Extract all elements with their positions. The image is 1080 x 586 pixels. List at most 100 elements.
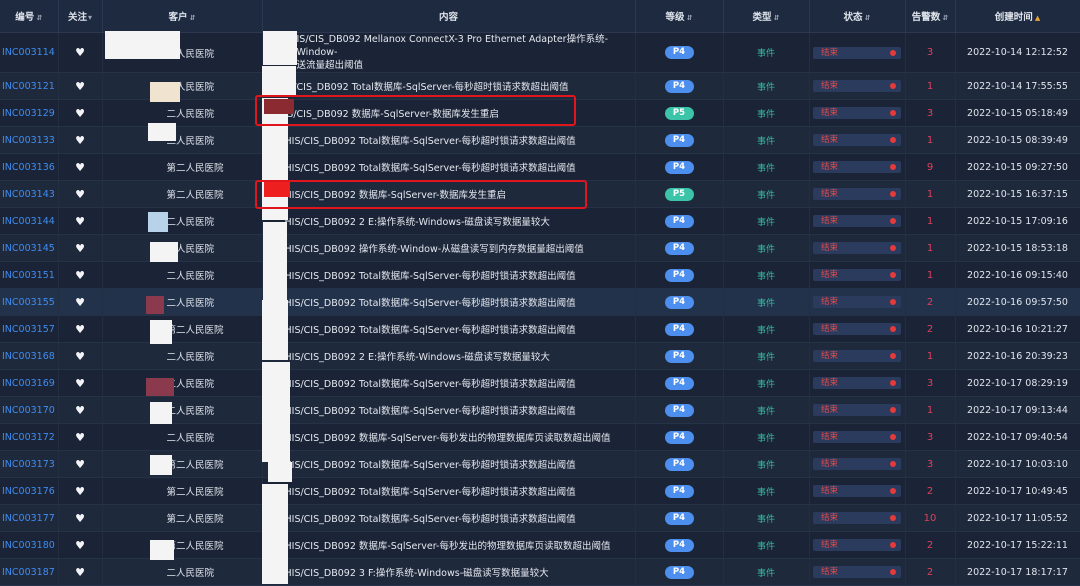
level-cell: P4 bbox=[635, 558, 724, 586]
sort-icon[interactable]: ⇵ bbox=[36, 14, 42, 22]
status-dot-icon bbox=[890, 164, 896, 170]
content-cell[interactable]: HIS/CIS_DB092 操作系统-Window-从磁盘读写到内存数据量超出阈… bbox=[262, 234, 636, 262]
type-cell: 事件 bbox=[723, 32, 810, 73]
sort-icon[interactable]: ⇵ bbox=[687, 14, 693, 22]
incident-code-link[interactable]: INC003187 bbox=[0, 558, 59, 586]
incident-code-link[interactable]: INC003121 bbox=[0, 72, 59, 100]
heart-icon[interactable]: ♥ bbox=[75, 296, 85, 309]
col-header-follow[interactable]: 关注▾ bbox=[58, 0, 103, 33]
level-badge: P4 bbox=[664, 538, 694, 552]
content-cell[interactable]: HIS/CIS_DB092 Total数据库-SqlServer-每秒超时锁请求… bbox=[262, 315, 636, 343]
heart-icon[interactable]: ♥ bbox=[75, 485, 85, 498]
status-cell: 结束 bbox=[809, 180, 906, 208]
heart-icon[interactable]: ♥ bbox=[75, 161, 85, 174]
incident-code-link[interactable]: INC003177 bbox=[0, 504, 59, 532]
incident-code-link[interactable]: INC003172 bbox=[0, 423, 59, 451]
heart-icon[interactable]: ♥ bbox=[75, 431, 85, 444]
col-header-count[interactable]: 告警数 ⇵ bbox=[905, 0, 956, 33]
level-cell: P4 bbox=[635, 315, 724, 343]
incident-code-link[interactable]: INC003136 bbox=[0, 153, 59, 181]
content-cell[interactable]: HIS/CIS_DB092 Total数据库-SqlServer-每秒超时锁请求… bbox=[262, 261, 636, 289]
level-cell: P4 bbox=[635, 72, 724, 100]
incident-code-link[interactable]: INC003145 bbox=[0, 234, 59, 262]
col-header-code[interactable]: 编号 ⇵ bbox=[0, 0, 59, 33]
level-cell: P4 bbox=[635, 32, 724, 73]
content-cell[interactable]: HIS/CIS_DB092 2 E:操作系统-Windows-磁盘读写数据量较大 bbox=[262, 342, 636, 370]
follow-cell: ♥ bbox=[58, 180, 103, 208]
filter-icon[interactable]: ▾ bbox=[88, 13, 92, 22]
incident-code-link[interactable]: INC003157 bbox=[0, 315, 59, 343]
content-cell[interactable]: HIS/CIS_DB092 Total数据库-SqlServer-每秒超时锁请求… bbox=[262, 126, 636, 154]
status-dot-icon bbox=[890, 245, 896, 251]
incident-code-link[interactable]: INC003129 bbox=[0, 99, 59, 127]
content-cell[interactable]: HIS/CIS_DB092 3 F:操作系统-Windows-磁盘读写数据量较大 bbox=[262, 558, 636, 586]
sort-icon[interactable]: ⇵ bbox=[190, 14, 196, 22]
heart-icon[interactable]: ♥ bbox=[75, 46, 85, 59]
content-cell[interactable]: HIS/CIS_DB092 Total数据库-SqlServer-每秒超时锁请求… bbox=[262, 450, 636, 478]
content-cell[interactable]: HIS/CIS_DB092 数据库-SqlServer-每秒发出的物理数据库页读… bbox=[262, 423, 636, 451]
heart-icon[interactable]: ♥ bbox=[75, 80, 85, 93]
alert-count: 1 bbox=[905, 207, 956, 235]
heart-icon[interactable]: ♥ bbox=[75, 458, 85, 471]
content-cell[interactable]: HIS/CIS_DB092 Total数据库-SqlServer-每秒超时锁请求… bbox=[262, 369, 636, 397]
incident-code-link[interactable]: INC003144 bbox=[0, 207, 59, 235]
content-cell[interactable]: HIS/CIS_DB092 Total数据库-SqlServer-每秒超时锁请求… bbox=[262, 288, 636, 316]
table-row[interactable]: INC003187 ♥ 二人民医院 HIS/CIS_DB092 3 F:操作系统-Wi… bbox=[0, 558, 1080, 586]
follow-cell: ♥ bbox=[58, 153, 103, 181]
table-row[interactable]: INC003151 ♥ 二人民医院 HIS/CIS_DB092 Total数据库-Sq… bbox=[0, 261, 1080, 289]
table-row[interactable]: INC003172 ♥ 二人民医院 HIS/CIS_DB092 数据库-SqlServ… bbox=[0, 423, 1080, 451]
level-cell: P4 bbox=[635, 450, 724, 478]
table-row[interactable]: INC003168 ♥ 二人民医院 HIS/CIS_DB092 2 E:操作系统-Wi… bbox=[0, 342, 1080, 370]
created-time: 2022-10-17 11:05:52 bbox=[955, 504, 1080, 532]
col-header-customer[interactable]: 客户 ⇵ bbox=[102, 0, 263, 33]
col-header-level[interactable]: 等级 ⇵ bbox=[635, 0, 724, 33]
heart-icon[interactable]: ♥ bbox=[75, 566, 85, 579]
incident-code-link[interactable]: INC003180 bbox=[0, 531, 59, 559]
col-header-status[interactable]: 状态 ⇵ bbox=[809, 0, 906, 33]
heart-icon[interactable]: ♥ bbox=[75, 269, 85, 282]
content-cell[interactable]: HIS/CIS_DB092 Total数据库-SqlServer-每秒超时锁请求… bbox=[262, 477, 636, 505]
status-dot-icon bbox=[890, 407, 896, 413]
status-badge: 结束 bbox=[813, 377, 901, 389]
heart-icon[interactable]: ♥ bbox=[75, 404, 85, 417]
incident-code-link[interactable]: INC003143 bbox=[0, 180, 59, 208]
incident-code-link[interactable]: INC003114 bbox=[0, 32, 59, 73]
content-cell[interactable]: IS/CIS_DB092 Mellanox ConnectX-3 Pro Eth… bbox=[262, 32, 636, 73]
heart-icon[interactable]: ♥ bbox=[75, 323, 85, 336]
heart-icon[interactable]: ♥ bbox=[75, 350, 85, 363]
sort-asc-icon[interactable]: ▲ bbox=[1035, 14, 1040, 22]
sort-icon[interactable]: ⇵ bbox=[774, 14, 780, 22]
sort-icon[interactable]: ⇵ bbox=[942, 14, 948, 22]
content-cell[interactable]: HIS/CIS_DB092 Total数据库-SqlServer-每秒超时锁请求… bbox=[262, 396, 636, 424]
incident-code-link[interactable]: INC003133 bbox=[0, 126, 59, 154]
heart-icon[interactable]: ♥ bbox=[75, 242, 85, 255]
heart-icon[interactable]: ♥ bbox=[75, 188, 85, 201]
type-cell: 事件 bbox=[723, 126, 810, 154]
sort-icon[interactable]: ⇵ bbox=[865, 14, 871, 22]
table-row[interactable]: INC003176 ♥ 第二人民医院 HIS/CIS_DB092 Total数据库-S… bbox=[0, 477, 1080, 505]
content-cell[interactable]: HIS/CIS_DB092 2 E:操作系统-Windows-磁盘读写数据量较大 bbox=[262, 207, 636, 235]
heart-icon[interactable]: ♥ bbox=[75, 512, 85, 525]
heart-icon[interactable]: ♥ bbox=[75, 539, 85, 552]
col-header-type[interactable]: 类型 ⇵ bbox=[723, 0, 810, 33]
incident-code-link[interactable]: INC003170 bbox=[0, 396, 59, 424]
incident-code-link[interactable]: INC003168 bbox=[0, 342, 59, 370]
incident-code-link[interactable]: INC003169 bbox=[0, 369, 59, 397]
content-cell[interactable]: HIS/CIS_DB092 Total数据库-SqlServer-每秒超时锁请求… bbox=[262, 153, 636, 181]
table-row[interactable]: INC003136 ♥ 第二人民医院 HIS/CIS_DB092 Total数据库-S… bbox=[0, 153, 1080, 181]
incident-code-link[interactable]: INC003155 bbox=[0, 288, 59, 316]
heart-icon[interactable]: ♥ bbox=[75, 215, 85, 228]
heart-icon[interactable]: ♥ bbox=[75, 377, 85, 390]
table-row[interactable]: INC003177 ♥ 第二人民医院 HIS/CIS_DB092 Total数据库-S… bbox=[0, 504, 1080, 532]
customer-cell: 二人民医院 bbox=[102, 207, 263, 235]
heart-icon[interactable]: ♥ bbox=[75, 134, 85, 147]
col-header-created[interactable]: 创建时间 ▲ bbox=[955, 0, 1080, 33]
content-cell[interactable]: HIS/CIS_DB092 数据库-SqlServer-每秒发出的物理数据库页读… bbox=[262, 531, 636, 559]
level-badge: P4 bbox=[664, 457, 694, 471]
content-cell[interactable]: HIS/CIS_DB092 Total数据库-SqlServer-每秒超时锁请求… bbox=[262, 504, 636, 532]
incident-code-link[interactable]: INC003173 bbox=[0, 450, 59, 478]
incident-code-link[interactable]: INC003151 bbox=[0, 261, 59, 289]
heart-icon[interactable]: ♥ bbox=[75, 107, 85, 120]
status-badge: 结束 bbox=[813, 134, 901, 146]
incident-code-link[interactable]: INC003176 bbox=[0, 477, 59, 505]
